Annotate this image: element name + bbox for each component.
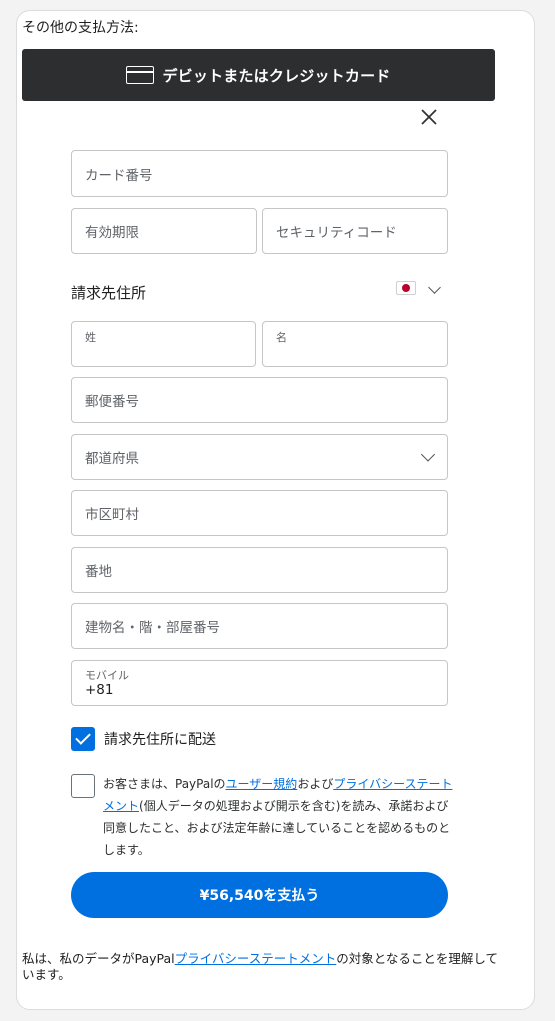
- city-placeholder: 市区町村: [85, 507, 139, 523]
- last-name-label: 姓: [85, 331, 96, 344]
- mobile-phone-field[interactable]: モバイル +81: [71, 660, 448, 706]
- expiry-field[interactable]: 有効期限: [71, 208, 257, 254]
- security-code-placeholder: セキュリティコード: [276, 225, 397, 241]
- building-placeholder: 建物名・階・部屋番号: [85, 620, 220, 636]
- terms-checkbox[interactable]: [71, 774, 95, 798]
- debit-credit-card-label: デビットまたはクレジットカード: [162, 66, 391, 85]
- ship-to-billing-checkbox[interactable]: [71, 727, 95, 751]
- pay-button-label: ¥56,540を支払う: [199, 888, 320, 904]
- debit-credit-card-button[interactable]: デビットまたはクレジットカード: [22, 49, 495, 101]
- building-field[interactable]: 建物名・階・部屋番号: [71, 603, 448, 649]
- security-code-field[interactable]: セキュリティコード: [262, 208, 448, 254]
- terms-text-1: お客さまは、PayPalの: [103, 777, 226, 791]
- first-name-field[interactable]: 名: [262, 321, 448, 367]
- footer-text-1: 私は、私のデータがPayPal: [22, 951, 175, 966]
- mobile-value: +81: [85, 682, 114, 698]
- credit-card-icon: [126, 66, 155, 84]
- ship-to-billing-label: 請求先住所に配送: [104, 732, 216, 748]
- city-field[interactable]: 市区町村: [71, 490, 448, 536]
- flag-dot: [402, 284, 410, 292]
- billing-address-title: 請求先住所: [71, 284, 147, 302]
- last-name-field[interactable]: 姓: [71, 321, 256, 367]
- footer-privacy-link[interactable]: プライバシーステートメント: [175, 951, 337, 966]
- card-number-placeholder: カード番号: [85, 167, 153, 184]
- mobile-label: モバイル: [85, 669, 129, 682]
- user-agreement-link[interactable]: ユーザー規約: [226, 777, 298, 791]
- section-title: その他の支払方法:: [22, 20, 139, 36]
- first-name-label: 名: [276, 331, 287, 344]
- postal-code-placeholder: 郵便番号: [85, 394, 139, 410]
- postal-code-field[interactable]: 郵便番号: [71, 377, 448, 423]
- footer-note: 私は、私のデータがPayPalプライバシーステートメントの対象となることを理解し…: [22, 951, 500, 983]
- close-icon[interactable]: [418, 106, 440, 128]
- card-number-field[interactable]: カード番号: [71, 150, 448, 197]
- terms-text-2: および: [297, 777, 334, 791]
- street-address-field[interactable]: 番地: [71, 547, 448, 593]
- expiry-placeholder: 有効期限: [85, 225, 139, 241]
- japan-flag-icon[interactable]: [396, 281, 416, 295]
- terms-text-3: (個人データの処理および開示を含む)を読み、承諾および同意したこと、および法定年…: [103, 799, 451, 857]
- terms-text: お客さまは、PayPalのユーザー規約およびプライバシーステートメント(個人デー…: [103, 773, 458, 861]
- chevron-down-icon: [420, 447, 436, 462]
- pay-button[interactable]: ¥56,540を支払う: [71, 872, 448, 918]
- prefecture-select[interactable]: 都道府県: [71, 434, 448, 480]
- street-address-placeholder: 番地: [85, 564, 112, 580]
- prefecture-placeholder: 都道府県: [85, 451, 139, 467]
